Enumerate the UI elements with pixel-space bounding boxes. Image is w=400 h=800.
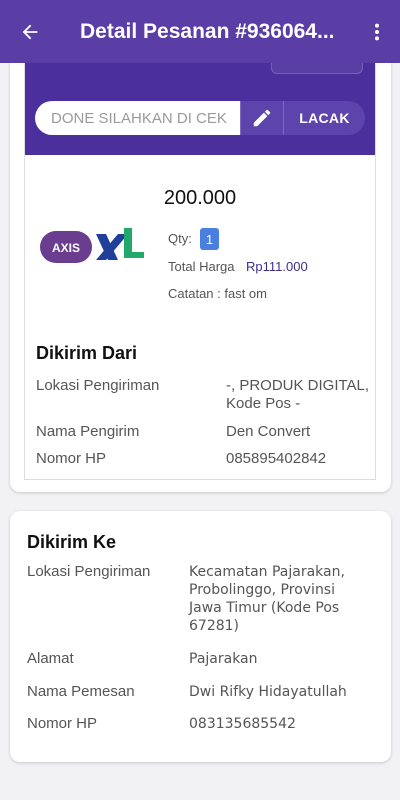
sender-section-title: Dikirim Dari bbox=[36, 343, 138, 363]
tracking-row: LACAK bbox=[35, 101, 365, 135]
back-button[interactable] bbox=[0, 0, 60, 63]
total-price-value: Rp111.000 bbox=[246, 259, 308, 274]
order-card: LACAK 200.000 AXIS Qty: 1 Total Harga Rp… bbox=[10, 40, 391, 492]
axis-xl-logo: AXIS bbox=[40, 228, 144, 263]
edit-resi-button[interactable] bbox=[240, 101, 283, 135]
sender-location-value: -, PRODUK DIGITAL, Kode Pos - bbox=[226, 377, 370, 412]
recipient-name-value: Dwi Rifky Hidayatullah bbox=[189, 684, 347, 700]
sender-phone-label: Nomor HP bbox=[36, 450, 107, 467]
page-title: Detail Pesanan #936064... bbox=[80, 19, 335, 43]
resi-input[interactable] bbox=[35, 101, 240, 135]
order-detail-panel: LACAK 200.000 AXIS Qty: 1 Total Harga Rp… bbox=[24, 40, 376, 480]
product-price: 200.000 bbox=[163, 187, 237, 209]
svg-text:AXIS: AXIS bbox=[52, 241, 80, 255]
recipient-address-label: Alamat bbox=[27, 650, 74, 667]
more-options-button[interactable] bbox=[354, 0, 400, 63]
app-bar: Detail Pesanan #936064... bbox=[0, 0, 400, 63]
pencil-icon bbox=[253, 109, 271, 127]
sender-phone-value: 085895402842 bbox=[226, 450, 327, 467]
sender-location-label: Lokasi Pengiriman bbox=[36, 377, 160, 394]
track-button[interactable]: LACAK bbox=[283, 101, 365, 135]
total-price-label: Total Harga bbox=[168, 259, 235, 274]
more-vert-icon bbox=[374, 23, 380, 40]
order-notes: Catatan : fast om bbox=[168, 286, 267, 301]
sender-name-value: Den Convert bbox=[226, 423, 311, 440]
recipient-card: Dikirim Ke Lokasi Pengiriman Kecamatan P… bbox=[10, 511, 391, 762]
qty-label: Qty: bbox=[168, 231, 192, 246]
arrow-back-icon bbox=[22, 24, 38, 39]
recipient-phone-value: 083135685542 bbox=[189, 716, 296, 732]
recipient-location-label: Lokasi Pengiriman bbox=[27, 563, 151, 580]
recipient-phone-label: Nomor HP bbox=[27, 715, 98, 732]
qty-badge: 1 bbox=[200, 228, 219, 250]
recipient-name-label: Nama Pemesan bbox=[27, 683, 135, 700]
sender-name-label: Nama Pengirim bbox=[36, 423, 140, 440]
recipient-section-title: Dikirim Ke bbox=[27, 532, 117, 552]
recipient-location-value: Kecamatan Pajarakan, Probolinggo, Provin… bbox=[189, 564, 345, 634]
recipient-address-value: Pajarakan bbox=[189, 651, 258, 667]
